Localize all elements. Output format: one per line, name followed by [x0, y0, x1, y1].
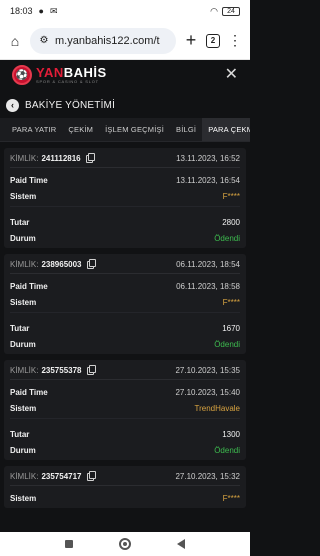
notification-icon: ●: [38, 6, 44, 16]
transaction-card: KİMLİK: 235755378 27.10.2023, 15:35 Paid …: [4, 360, 246, 460]
copy-icon[interactable]: [85, 152, 95, 163]
amount-value: 1300: [222, 429, 240, 439]
transaction-list: KİMLİK: 241112816 13.11.2023, 16:52 Paid …: [0, 142, 250, 508]
system-value: F****: [222, 493, 240, 503]
new-tab-icon[interactable]: +: [182, 30, 200, 50]
status-badge: Ödendi: [214, 233, 240, 243]
transaction-card: KİMLİK: 238965003 06.11.2023, 18:54 Paid …: [4, 254, 246, 354]
recents-icon[interactable]: [65, 540, 73, 548]
transaction-card: KİMLİK: 241112816 13.11.2023, 16:52 Paid …: [4, 148, 246, 248]
back-nav-icon[interactable]: [177, 539, 185, 549]
close-icon[interactable]: ✕: [225, 67, 238, 83]
paid-time-label: Paid Time: [10, 387, 48, 397]
transaction-date: 27.10.2023, 15:32: [175, 472, 240, 481]
site-logo[interactable]: ⚽ YANBAHİS SPOR & CASINO & SLOT: [12, 65, 107, 85]
logo-name-part1: YAN: [36, 65, 64, 80]
home-button-icon[interactable]: [119, 538, 131, 550]
tab-count: 2: [210, 36, 216, 45]
transaction-date: 06.11.2023, 18:54: [176, 260, 240, 269]
transaction-id: 235754717: [41, 472, 82, 481]
transaction-card: KİMLİK: 235754717 27.10.2023, 15:32 Siste…: [4, 466, 246, 508]
system-value: F****: [222, 191, 240, 201]
id-label: KİMLİK:: [10, 154, 39, 163]
transaction-id: 235755378: [41, 366, 82, 375]
amount-label: Tutar: [10, 429, 30, 439]
logo-name-part2: BAHİS: [63, 65, 107, 80]
paid-time-value: 06.11.2023, 18:58: [176, 281, 240, 291]
clock: 18:03: [10, 6, 33, 16]
tab-switcher-button[interactable]: 2: [206, 33, 220, 48]
tab-withdrawal-status[interactable]: PARA ÇEKME DUR: [202, 118, 250, 141]
status-badge: Ödendi: [214, 445, 240, 455]
tab-withdraw[interactable]: ÇEKİM: [62, 118, 99, 141]
page-title: BAKİYE YÖNETİMİ: [25, 99, 116, 111]
transaction-id: 241112816: [41, 154, 81, 163]
paid-time-label: Paid Time: [10, 281, 48, 291]
battery-level: 24: [227, 7, 235, 15]
amount-value: 2800: [222, 217, 240, 227]
transaction-date: 27.10.2023, 15:35: [175, 366, 240, 375]
id-label: KİMLİK:: [10, 366, 39, 375]
url-text: m.yanbahis122.com/t: [55, 34, 160, 47]
transaction-date: 13.11.2023, 16:52: [176, 154, 240, 163]
status-label: Durum: [10, 445, 36, 455]
paid-time-value: 27.10.2023, 15:40: [175, 387, 240, 397]
system-label: Sistem: [10, 403, 37, 413]
address-bar[interactable]: ⚙ m.yanbahis122.com/t: [30, 27, 176, 54]
battery-icon: 24: [222, 6, 240, 16]
system-value: TrendHavale: [194, 403, 240, 413]
browser-toolbar: ⌂ ⚙ m.yanbahis122.com/t + 2 ⋮: [0, 22, 250, 60]
logo-tagline: SPOR & CASINO & SLOT: [36, 79, 99, 84]
system-label: Sistem: [10, 493, 37, 503]
amount-value: 1670: [222, 323, 240, 333]
system-nav-bar: [0, 532, 250, 556]
system-value: F****: [222, 297, 240, 307]
notification-icon: ✉: [49, 5, 58, 16]
copy-icon[interactable]: [86, 364, 96, 375]
tab-history[interactable]: İŞLEM GEÇMİŞİ: [99, 118, 170, 141]
wifi-icon: ◠: [210, 5, 218, 16]
transaction-id: 238965003: [41, 260, 82, 269]
copy-icon[interactable]: [86, 470, 96, 481]
tab-info[interactable]: BİLGİ: [170, 118, 202, 141]
site-info-icon[interactable]: ⚙: [38, 35, 50, 47]
back-icon[interactable]: ‹: [6, 98, 19, 112]
status-bar: 18:03 ● ✉ ◠ 24: [0, 0, 250, 22]
status-badge: Ödendi: [214, 339, 240, 349]
amount-label: Tutar: [10, 217, 30, 227]
tab-bar: PARA YATIR ÇEKİM İŞLEM GEÇMİŞİ BİLGİ PAR…: [0, 118, 250, 142]
home-icon[interactable]: ⌂: [6, 32, 24, 50]
status-label: Durum: [10, 339, 36, 349]
overflow-menu-icon[interactable]: ⋮: [226, 32, 244, 50]
copy-icon[interactable]: [86, 258, 96, 269]
logo-badge-icon: ⚽: [12, 65, 32, 85]
id-label: KİMLİK:: [10, 260, 39, 269]
site-header: ⚽ YANBAHİS SPOR & CASINO & SLOT ✕: [0, 60, 250, 90]
id-label: KİMLİK:: [10, 472, 39, 481]
amount-label: Tutar: [10, 323, 30, 333]
system-label: Sistem: [10, 191, 37, 201]
page-title-bar: ‹ BAKİYE YÖNETİMİ: [0, 92, 250, 118]
status-label: Durum: [10, 233, 36, 243]
paid-time-value: 13.11.2023, 16:54: [176, 175, 240, 185]
paid-time-label: Paid Time: [10, 175, 48, 185]
tab-deposit[interactable]: PARA YATIR: [6, 118, 62, 141]
system-label: Sistem: [10, 297, 37, 307]
